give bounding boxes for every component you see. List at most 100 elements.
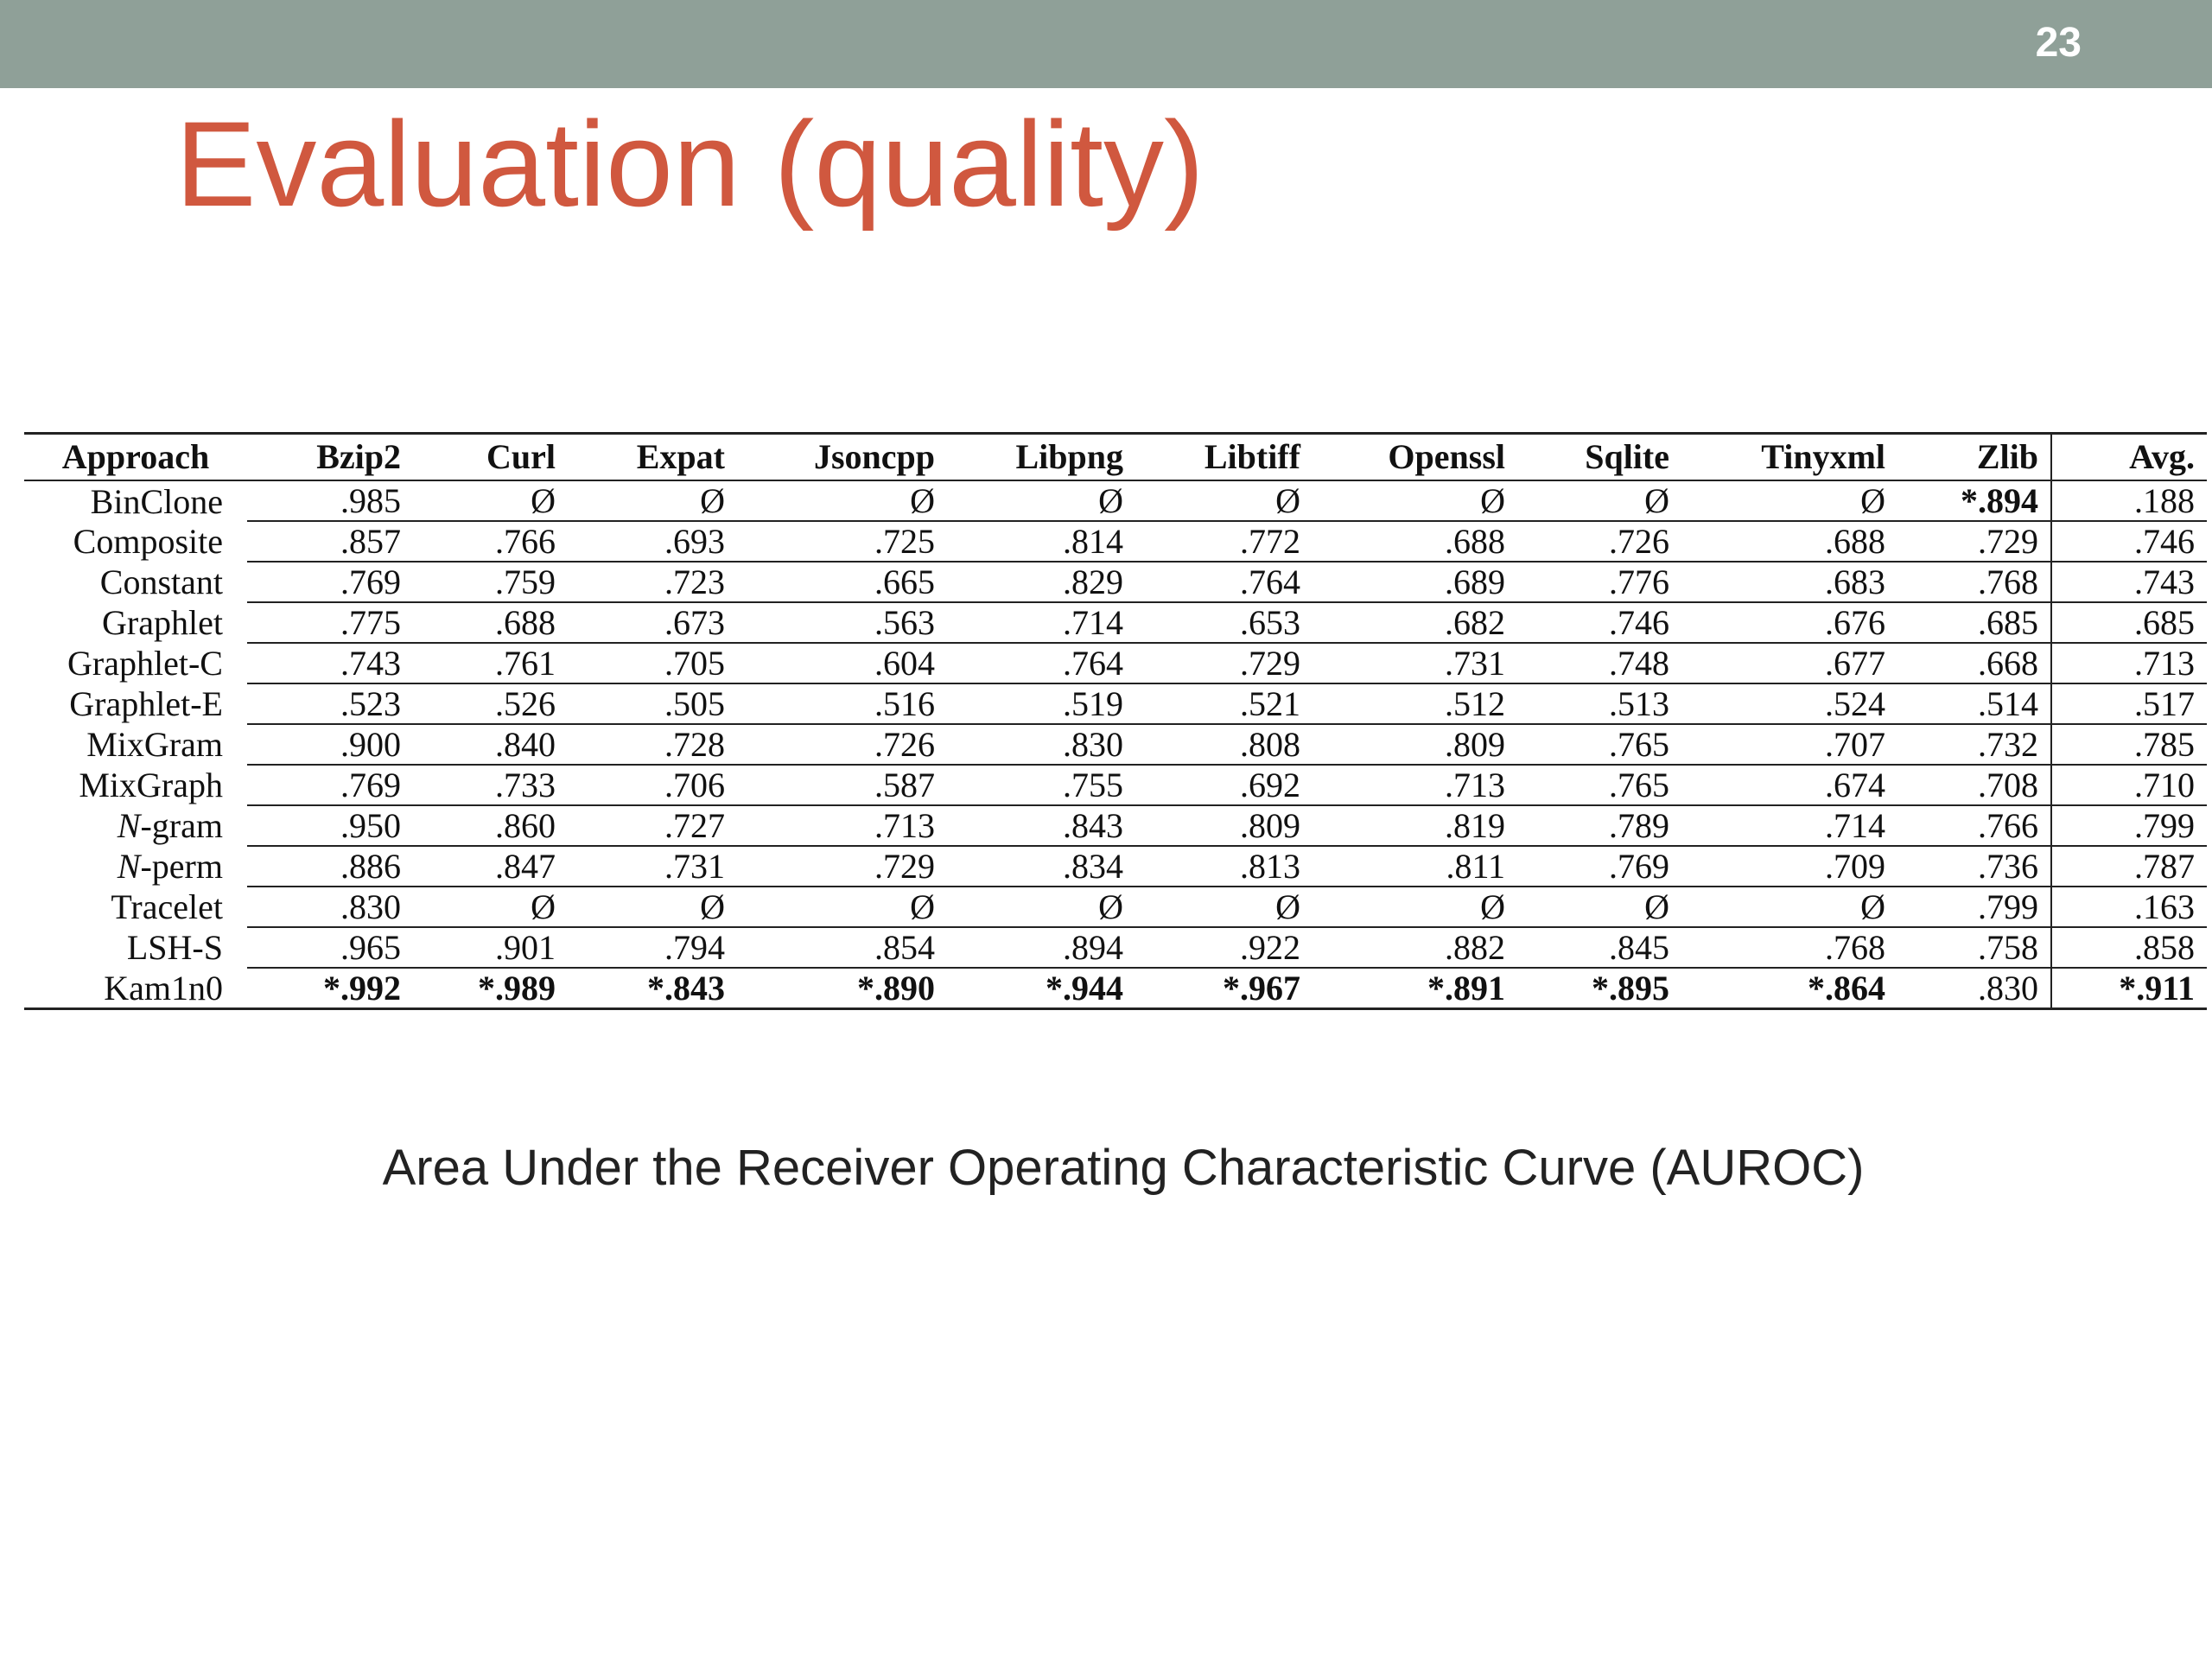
value-cell: .857 <box>247 521 413 563</box>
table-row: N-gram .950.860.727.713.843.809.819.789.7… <box>24 805 2207 847</box>
table-row: Constant .769.759.723.665.829.764.689.776… <box>24 562 2207 603</box>
value-cell: .163 <box>2050 887 2207 928</box>
value-cell: *.911 <box>2050 968 2207 1010</box>
value-cell: Ø <box>1313 887 1517 928</box>
value-cell: Ø <box>737 480 947 522</box>
slide-number: 23 <box>2035 20 2082 66</box>
value-cell: .766 <box>413 521 568 563</box>
value-cell: .563 <box>737 602 947 644</box>
value-cell: .787 <box>2050 846 2207 887</box>
value-cell: .814 <box>947 521 1135 563</box>
value-cell: Ø <box>947 887 1135 928</box>
value-cell: .743 <box>247 643 413 684</box>
value-cell: .731 <box>568 846 737 887</box>
value-cell: .813 <box>1135 846 1313 887</box>
value-cell: Ø <box>413 887 568 928</box>
column-header-sqlite: Sqlite <box>1517 432 1681 481</box>
table-row: MixGraph .769.733.706.587.755.692.713.765… <box>24 765 2207 806</box>
value-cell: .769 <box>1517 846 1681 887</box>
value-cell: .765 <box>1517 765 1681 806</box>
value-cell: .668 <box>1897 643 2051 684</box>
value-cell: *.967 <box>1135 968 1313 1010</box>
value-cell: Ø <box>568 480 737 522</box>
value-cell: .692 <box>1135 765 1313 806</box>
value-cell: .727 <box>568 805 737 847</box>
value-cell: .854 <box>737 927 947 969</box>
column-header-libpng: Libpng <box>947 432 1135 481</box>
value-cell: .845 <box>1517 927 1681 969</box>
approach-cell: MixGraph <box>79 766 223 804</box>
value-cell: .523 <box>247 683 413 725</box>
value-cell: .764 <box>1135 562 1313 603</box>
value-cell: .665 <box>737 562 947 603</box>
value-cell: *.992 <box>247 968 413 1010</box>
value-cell: .514 <box>1897 683 2051 725</box>
value-cell: .847 <box>413 846 568 887</box>
value-cell: .746 <box>1517 602 1681 644</box>
value-cell: .674 <box>1681 765 1897 806</box>
value-cell: .726 <box>1517 521 1681 563</box>
value-cell: *.989 <box>413 968 568 1010</box>
value-cell: .799 <box>2050 805 2207 847</box>
value-cell: .729 <box>1897 521 2051 563</box>
value-cell: .685 <box>1897 602 2051 644</box>
value-cell: .843 <box>947 805 1135 847</box>
value-cell: .604 <box>737 643 947 684</box>
value-cell: .714 <box>1681 805 1897 847</box>
table-row: LSH-S .965.901.794.854.894.922.882.845.76… <box>24 927 2207 969</box>
value-cell: .772 <box>1135 521 1313 563</box>
value-cell: Ø <box>947 480 1135 522</box>
value-cell: .713 <box>737 805 947 847</box>
approach-cell: Graphlet <box>102 603 223 642</box>
table-row: Graphlet-E .523.526.505.516.519.521.512.5… <box>24 683 2207 725</box>
value-cell: .728 <box>568 724 737 766</box>
column-header-avg: Avg. <box>2050 432 2207 481</box>
value-cell: .706 <box>568 765 737 806</box>
value-cell: .516 <box>737 683 947 725</box>
value-cell: .693 <box>568 521 737 563</box>
value-cell: .766 <box>1897 805 2051 847</box>
table-row: MixGram .900.840.728.726.830.808.809.765.… <box>24 724 2207 766</box>
value-cell: .726 <box>737 724 947 766</box>
value-cell: .519 <box>947 683 1135 725</box>
table-row: Composite .857.766.693.725.814.772.688.72… <box>24 521 2207 563</box>
value-cell: .830 <box>947 724 1135 766</box>
value-cell: .901 <box>413 927 568 969</box>
value-cell: *.895 <box>1517 968 1681 1010</box>
approach-cell: Graphlet-C <box>67 644 223 683</box>
value-cell: .985 <box>247 480 413 522</box>
approach-cell: Constant <box>99 563 223 601</box>
value-cell: .513 <box>1517 683 1681 725</box>
column-header-approach: Approach <box>24 432 247 481</box>
column-header-zlib: Zlib <box>1897 432 2051 481</box>
value-cell: Ø <box>568 887 737 928</box>
value-cell: .676 <box>1681 602 1897 644</box>
value-cell: .882 <box>1313 927 1517 969</box>
value-cell: .733 <box>413 765 568 806</box>
value-cell: .769 <box>247 562 413 603</box>
value-cell: .775 <box>247 602 413 644</box>
approach-cell: N-perm <box>117 847 223 886</box>
value-cell: .517 <box>2050 683 2207 725</box>
table-row: Tracelet .830 Ø Ø Ø Ø Ø Ø Ø Ø .799.163 <box>24 887 2207 928</box>
table-row: Graphlet .775.688.673.563.714.653.682.746… <box>24 602 2207 644</box>
value-cell: .723 <box>568 562 737 603</box>
column-header-openssl: Openssl <box>1313 432 1517 481</box>
value-cell: .834 <box>947 846 1135 887</box>
value-cell: .732 <box>1897 724 2051 766</box>
value-cell: .858 <box>2050 927 2207 969</box>
value-cell: .707 <box>1681 724 1897 766</box>
value-cell: *.944 <box>947 968 1135 1010</box>
value-cell: .799 <box>1897 887 2051 928</box>
value-cell: *.890 <box>737 968 947 1010</box>
value-cell: *.894 <box>1897 480 2051 522</box>
value-cell: .677 <box>1681 643 1897 684</box>
table-body: BinClone .985 Ø Ø Ø Ø Ø Ø Ø Ø *.894.188 Composite .8… <box>24 480 2207 1010</box>
column-header-bzip2: Bzip2 <box>247 432 413 481</box>
value-cell: .922 <box>1135 927 1313 969</box>
value-cell: .860 <box>413 805 568 847</box>
value-cell: .785 <box>2050 724 2207 766</box>
column-header-curl: Curl <box>413 432 568 481</box>
value-cell: .886 <box>247 846 413 887</box>
value-cell: *.891 <box>1313 968 1517 1010</box>
